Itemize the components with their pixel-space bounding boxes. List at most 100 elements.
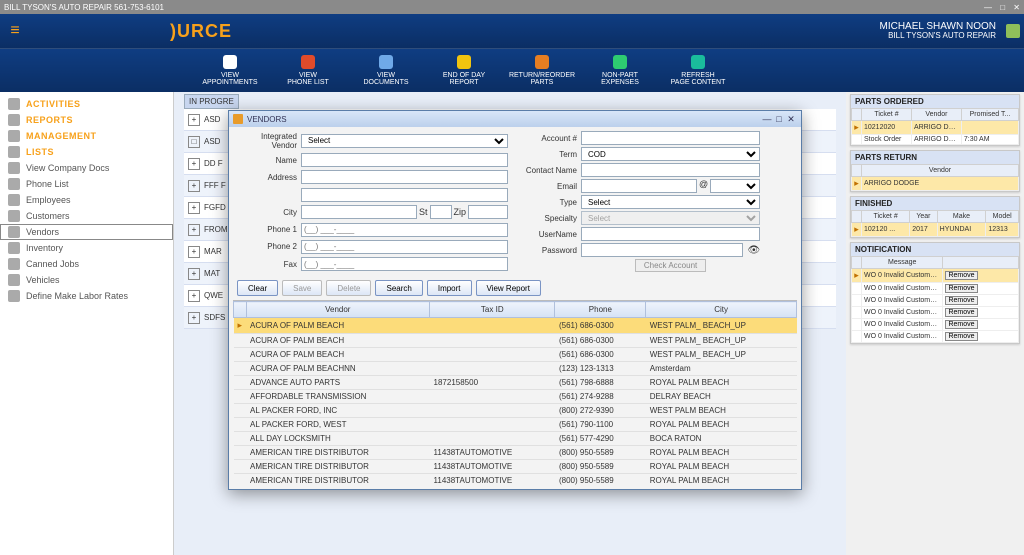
phone1-input[interactable] <box>301 223 508 237</box>
integrated-vendor-select[interactable]: Select <box>301 134 508 148</box>
term-select[interactable]: COD <box>581 147 760 161</box>
clear-button[interactable]: Clear <box>237 280 278 296</box>
sidebar-item[interactable]: Phone List <box>0 176 173 192</box>
expand-icon[interactable]: + <box>188 158 200 170</box>
table-row[interactable]: ▸10212020ARRIGO DOD... <box>852 121 1019 135</box>
username-input[interactable] <box>581 227 760 241</box>
dialog-titlebar[interactable]: VENDORS — □ ✕ <box>229 111 801 127</box>
grid-column-header[interactable]: City <box>646 302 797 318</box>
expand-icon[interactable]: + <box>188 202 200 214</box>
table-row[interactable]: ▸ACURA OF PALM BEACH(561) 686-0300WEST P… <box>234 318 797 334</box>
table-row[interactable]: WO 0 Invalid Customer EmailRemove <box>852 319 1019 331</box>
grid-column-header[interactable]: Phone <box>555 302 646 318</box>
search-button[interactable]: Search <box>375 280 422 296</box>
sidebar-item[interactable]: Inventory <box>0 240 173 256</box>
maximize-icon[interactable]: □ <box>1000 3 1005 12</box>
table-row[interactable]: WO 0 Invalid Customer EmailRemove <box>852 307 1019 319</box>
table-row[interactable]: AMERICAN TIRE DISTRIBUTOR11438TAUTOMOTIV… <box>234 446 797 460</box>
remove-button[interactable]: Remove <box>945 284 977 293</box>
import-button[interactable]: Import <box>427 280 472 296</box>
sidebar-item[interactable]: Customers <box>0 208 173 224</box>
phone2-input[interactable] <box>301 240 508 254</box>
remove-button[interactable]: Remove <box>945 308 977 317</box>
toolbar-button[interactable]: END OF DAY REPORT <box>434 55 494 86</box>
address-input[interactable] <box>301 170 508 184</box>
table-row[interactable]: AMERICAN TIRE DISTRIBUTOR11438TAUTOMOTIV… <box>234 474 797 486</box>
table-row[interactable]: ▸ARRIGO DODGE <box>852 177 1019 191</box>
column-header[interactable]: Model <box>986 211 1019 223</box>
remove-button[interactable]: Remove <box>945 320 977 329</box>
sidebar-item[interactable]: Canned Jobs <box>0 256 173 272</box>
table-row[interactable]: ADVANCE AUTO PARTS1872158500(561) 798-68… <box>234 376 797 390</box>
table-row[interactable]: AL PACKER FORD, WEST(561) 790-1100ROYAL … <box>234 418 797 432</box>
table-row[interactable]: AMERICAN TIRE DISTRIBUTOR11438TAUTOMOTIV… <box>234 460 797 474</box>
sidebar-group[interactable]: MANAGEMENT <box>0 128 173 144</box>
expand-icon[interactable]: + <box>188 246 200 258</box>
email-input[interactable] <box>581 179 697 193</box>
column-header[interactable]: Make <box>937 211 986 223</box>
fax-input[interactable] <box>301 257 508 271</box>
column-header[interactable]: Vendor <box>911 109 961 121</box>
menu-icon[interactable]: ≡ <box>0 22 30 40</box>
table-row[interactable]: WO 0 Invalid Customer EmailRemove <box>852 295 1019 307</box>
toolbar-button[interactable]: RETURN/REORDER PARTS <box>512 55 572 86</box>
column-header[interactable]: Ticket # <box>862 109 912 121</box>
sidebar-group[interactable]: REPORTS <box>0 112 173 128</box>
user-icon[interactable] <box>1006 24 1020 38</box>
table-row[interactable]: AFFORDABLE TRANSMISSION(561) 274-9288DEL… <box>234 390 797 404</box>
dialog-minimize-icon[interactable]: — <box>761 114 773 124</box>
table-row[interactable]: ACURA OF PALM BEACH(561) 686-0300WEST PA… <box>234 334 797 348</box>
password-input[interactable] <box>581 243 743 257</box>
sidebar-item[interactable]: Define Make Labor Rates <box>0 288 173 304</box>
expand-icon[interactable]: + <box>188 114 200 126</box>
column-header[interactable]: Ticket # <box>862 211 910 223</box>
city-input[interactable] <box>301 205 417 219</box>
expand-icon[interactable]: + <box>188 224 200 236</box>
column-header[interactable]: Year <box>910 211 937 223</box>
zip-input[interactable] <box>468 205 508 219</box>
dialog-maximize-icon[interactable]: □ <box>773 114 785 124</box>
toolbar-button[interactable]: VIEW PHONE LIST <box>278 55 338 86</box>
eye-icon[interactable]: 👁 <box>743 245 760 256</box>
contact-input[interactable] <box>581 163 760 177</box>
table-row[interactable]: Stock OrderARRIGO DOD...7:30 AM <box>852 135 1019 145</box>
sidebar-group[interactable]: LISTS <box>0 144 173 160</box>
toolbar-button[interactable]: VIEW APPOINTMENTS <box>200 55 260 86</box>
table-row[interactable]: WO 0 Invalid Customer EmailRemove <box>852 283 1019 295</box>
name-input[interactable] <box>301 153 508 167</box>
view-report-button[interactable]: View Report <box>476 280 541 296</box>
address2-input[interactable] <box>301 188 508 202</box>
sidebar-group[interactable]: ACTIVITIES <box>0 96 173 112</box>
sidebar-item[interactable]: View Company Docs <box>0 160 173 176</box>
table-row[interactable]: WO 0 Invalid Customer EmailRemove <box>852 331 1019 343</box>
table-row[interactable]: ▸102120 ...2017HYUNDAI12313 <box>852 223 1019 237</box>
column-header[interactable]: Vendor <box>862 165 1019 177</box>
toolbar-button[interactable]: NON-PART EXPENSES <box>590 55 650 86</box>
grid-column-header[interactable]: Vendor <box>246 302 430 318</box>
remove-button[interactable]: Remove <box>945 332 977 341</box>
table-row[interactable]: ACURA OF PALM BEACH(561) 686-0300WEST PA… <box>234 348 797 362</box>
expand-icon[interactable]: + <box>188 180 200 192</box>
state-input[interactable] <box>430 205 452 219</box>
remove-button[interactable]: Remove <box>945 296 977 305</box>
sidebar-item[interactable]: Vehicles <box>0 272 173 288</box>
table-row[interactable]: ALL DAY LOCKSMITH(561) 577-4290BOCA RATO… <box>234 432 797 446</box>
email-domain-select[interactable] <box>710 179 760 193</box>
expand-icon[interactable]: □ <box>188 136 200 148</box>
sidebar-item[interactable]: Employees <box>0 192 173 208</box>
table-row[interactable]: ▸WO 0 Invalid Customer EmailRemove <box>852 269 1019 283</box>
dialog-close-icon[interactable]: ✕ <box>785 114 797 125</box>
minimize-icon[interactable]: — <box>984 3 992 12</box>
table-row[interactable]: ACURA OF PALM BEACHNN(123) 123-1313Amste… <box>234 362 797 376</box>
toolbar-button[interactable]: REFRESH PAGE CONTENT <box>668 55 728 86</box>
table-row[interactable]: AL PACKER FORD, INC(800) 272-9390WEST PA… <box>234 404 797 418</box>
sidebar-item[interactable]: Vendors <box>0 224 173 240</box>
remove-button[interactable]: Remove <box>945 271 977 280</box>
expand-icon[interactable]: + <box>188 268 200 280</box>
toolbar-button[interactable]: VIEW DOCUMENTS <box>356 55 416 86</box>
grid-column-header[interactable]: Tax ID <box>430 302 555 318</box>
close-icon[interactable]: ✕ <box>1013 3 1020 12</box>
expand-icon[interactable]: + <box>188 290 200 302</box>
account-input[interactable] <box>581 131 760 145</box>
expand-icon[interactable]: + <box>188 312 200 324</box>
